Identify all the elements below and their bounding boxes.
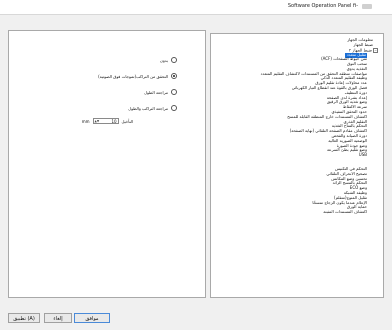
settings-panel: بدون التحقق من التراكب(تموجات فوق الصوتي… (8, 30, 206, 298)
delay-row: التأخيل ▲▼ 10 mm (82, 118, 133, 124)
radio-option-overlap-length[interactable]: مراجعة التراكب والطول (128, 105, 177, 111)
delay-label: التأخيل (121, 118, 133, 124)
radio-option-length[interactable]: مراجعة الطول (144, 89, 177, 95)
radio-button[interactable] (171, 89, 177, 95)
radio-button[interactable] (171, 57, 177, 63)
spin-arrows-icon[interactable]: ▲▼ (95, 119, 100, 123)
collapse-icon[interactable]: − (373, 47, 378, 53)
ok-button[interactable]: موافق (74, 313, 110, 323)
radio-label: مراجعة التراكب والطول (128, 105, 168, 111)
settings-tree: معلومات الجهاز ضبط الجهاز −ضبط الجهاز ٢ … (211, 34, 383, 297)
delay-value: 10 (111, 118, 117, 124)
radio-button[interactable] (171, 105, 177, 111)
settings-tree-panel: معلومات الجهاز ضبط الجهاز −ضبط الجهاز ٢ … (210, 33, 384, 298)
window-title: Software Operation Panel fi- (287, 3, 358, 9)
radio-label: التحقق من التراكب(تموجات فوق الصوتية) (98, 73, 168, 79)
radio-button-selected[interactable] (171, 73, 177, 79)
delay-spinbox[interactable]: ▲▼ 10 (92, 118, 119, 124)
radio-option-overlap[interactable]: التحقق من التراكب(تموجات فوق الصوتية) (98, 73, 177, 79)
title-bar: Software Operation Panel fi- (0, 0, 392, 15)
title-redacted (362, 4, 372, 9)
tree-item[interactable]: اكتشاف المستندات المثبتة (211, 209, 379, 215)
delay-unit: mm (81, 118, 90, 124)
radio-label: مراجعة الطول (144, 89, 168, 95)
radio-label: بدون (159, 57, 168, 63)
radio-option-none[interactable]: بدون (160, 57, 177, 63)
cancel-button[interactable]: إلغاء (44, 313, 72, 323)
apply-button[interactable]: تطبيق (A) (8, 313, 40, 323)
